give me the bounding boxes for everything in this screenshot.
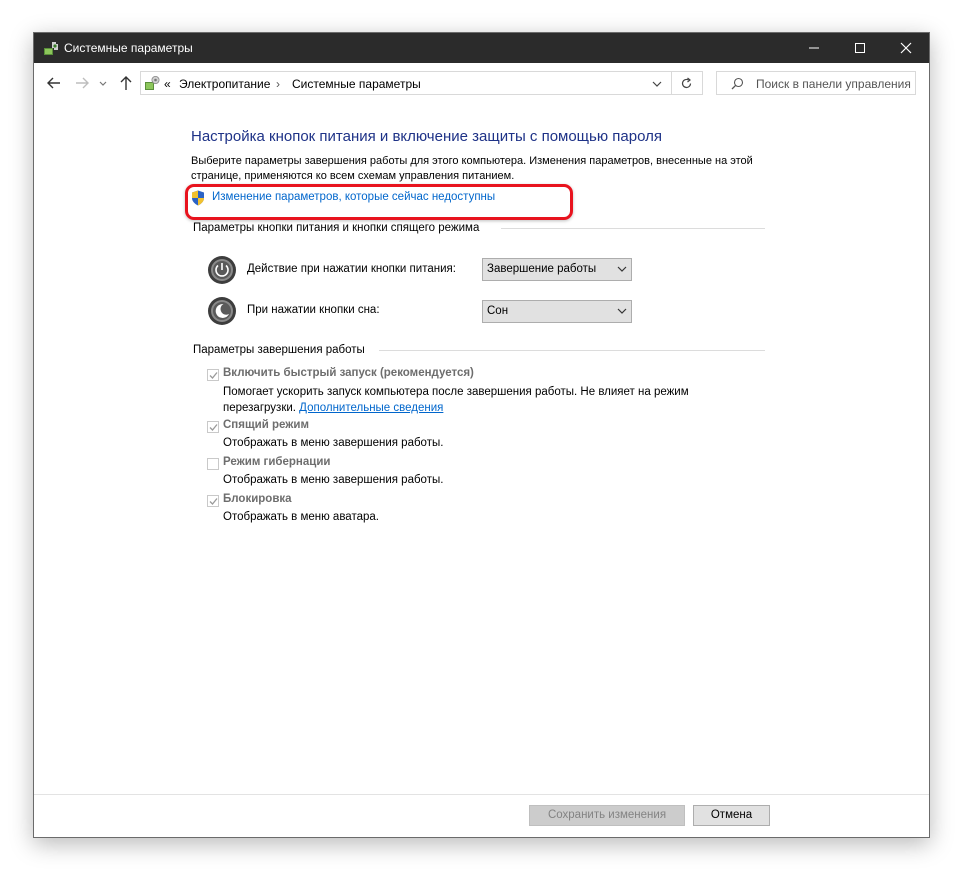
breadcrumb[interactable]: « Электропитание › Системные параметры (140, 71, 703, 95)
hibernate-checkbox[interactable] (207, 458, 219, 470)
highlight-annotation (185, 184, 573, 220)
fast-startup-title: Включить быстрый запуск (рекомендуется) (223, 367, 474, 379)
hibernate-desc: Отображать в меню завершения работы. (223, 474, 444, 486)
power-action-value: Завершение работы (487, 263, 597, 275)
title-bar: Системные параметры (34, 33, 929, 63)
fast-startup-desc-text: Помогает ускорить запуск компьютера посл… (223, 386, 689, 414)
save-changes-button[interactable]: Сохранить изменения (529, 805, 685, 826)
control-panel-icon (145, 76, 160, 90)
sleep-button-icon (208, 297, 236, 325)
window-title: Системные параметры (64, 41, 193, 55)
search-input[interactable]: Поиск в панели управления (716, 71, 916, 95)
group-divider (501, 228, 765, 229)
lock-desc: Отображать в меню аватара. (223, 511, 379, 523)
page-title: Настройка кнопок питания и включение защ… (191, 128, 662, 145)
chevron-down-icon (617, 266, 627, 272)
close-button[interactable] (883, 33, 929, 63)
maximize-icon (855, 43, 865, 53)
lock-checkbox[interactable] (207, 495, 219, 507)
main-content: Настройка кнопок питания и включение защ… (34, 103, 929, 795)
breadcrumb-overflow[interactable]: « (164, 77, 171, 91)
close-icon (900, 42, 912, 54)
shutdown-group-title: Параметры завершения работы (193, 344, 365, 356)
fast-startup-checkbox[interactable] (207, 369, 219, 381)
sleep-checkbox[interactable] (207, 421, 219, 433)
address-dropdown-icon[interactable] (651, 78, 663, 90)
group-divider (379, 350, 765, 351)
power-button-icon (208, 256, 236, 284)
power-options-icon (44, 42, 58, 55)
checkmark-icon (209, 424, 218, 431)
page-description: Выберите параметры завершения работы для… (191, 155, 753, 182)
fast-startup-desc: Помогает ускорить запуск компьютера посл… (223, 384, 743, 416)
lock-title: Блокировка (223, 493, 292, 505)
refresh-icon[interactable] (680, 77, 693, 90)
chevron-down-icon (617, 308, 627, 314)
footer-bar: Сохранить изменения Отмена (34, 794, 929, 837)
sleep-desc: Отображать в меню завершения работы. (223, 437, 444, 449)
sleep-title: Спящий режим (223, 419, 309, 431)
breadcrumb-separator: › (276, 77, 280, 91)
forward-arrow-icon[interactable] (72, 73, 92, 93)
hibernate-title: Режим гибернации (223, 456, 331, 468)
search-icon (731, 77, 744, 90)
address-bar: « Электропитание › Системные параметры П… (34, 63, 929, 103)
recent-locations-chevron-icon[interactable] (97, 73, 109, 93)
address-divider (671, 72, 672, 94)
breadcrumb-item-system-settings[interactable]: Системные параметры (292, 77, 421, 91)
checkmark-icon (209, 372, 218, 379)
search-placeholder: Поиск в панели управления (756, 77, 911, 91)
maximize-button[interactable] (837, 33, 883, 63)
system-settings-window: Системные параметры « Электропитание › С… (33, 32, 930, 838)
up-arrow-icon[interactable] (116, 73, 136, 93)
back-arrow-icon[interactable] (44, 73, 64, 93)
power-action-select[interactable]: Завершение работы (482, 258, 632, 281)
cancel-button[interactable]: Отмена (693, 805, 770, 826)
minimize-button[interactable] (791, 33, 837, 63)
sleep-action-value: Сон (487, 305, 509, 317)
breadcrumb-item-power[interactable]: Электропитание (179, 77, 270, 91)
checkmark-icon (209, 498, 218, 505)
minimize-icon (809, 47, 819, 49)
sleep-action-label: При нажатии кнопки сна: (247, 304, 380, 316)
power-buttons-group-title: Параметры кнопки питания и кнопки спящег… (193, 222, 480, 234)
power-action-label: Действие при нажатии кнопки питания: (247, 263, 456, 275)
sleep-action-select[interactable]: Сон (482, 300, 632, 323)
more-info-link[interactable]: Дополнительные сведения (299, 402, 443, 414)
